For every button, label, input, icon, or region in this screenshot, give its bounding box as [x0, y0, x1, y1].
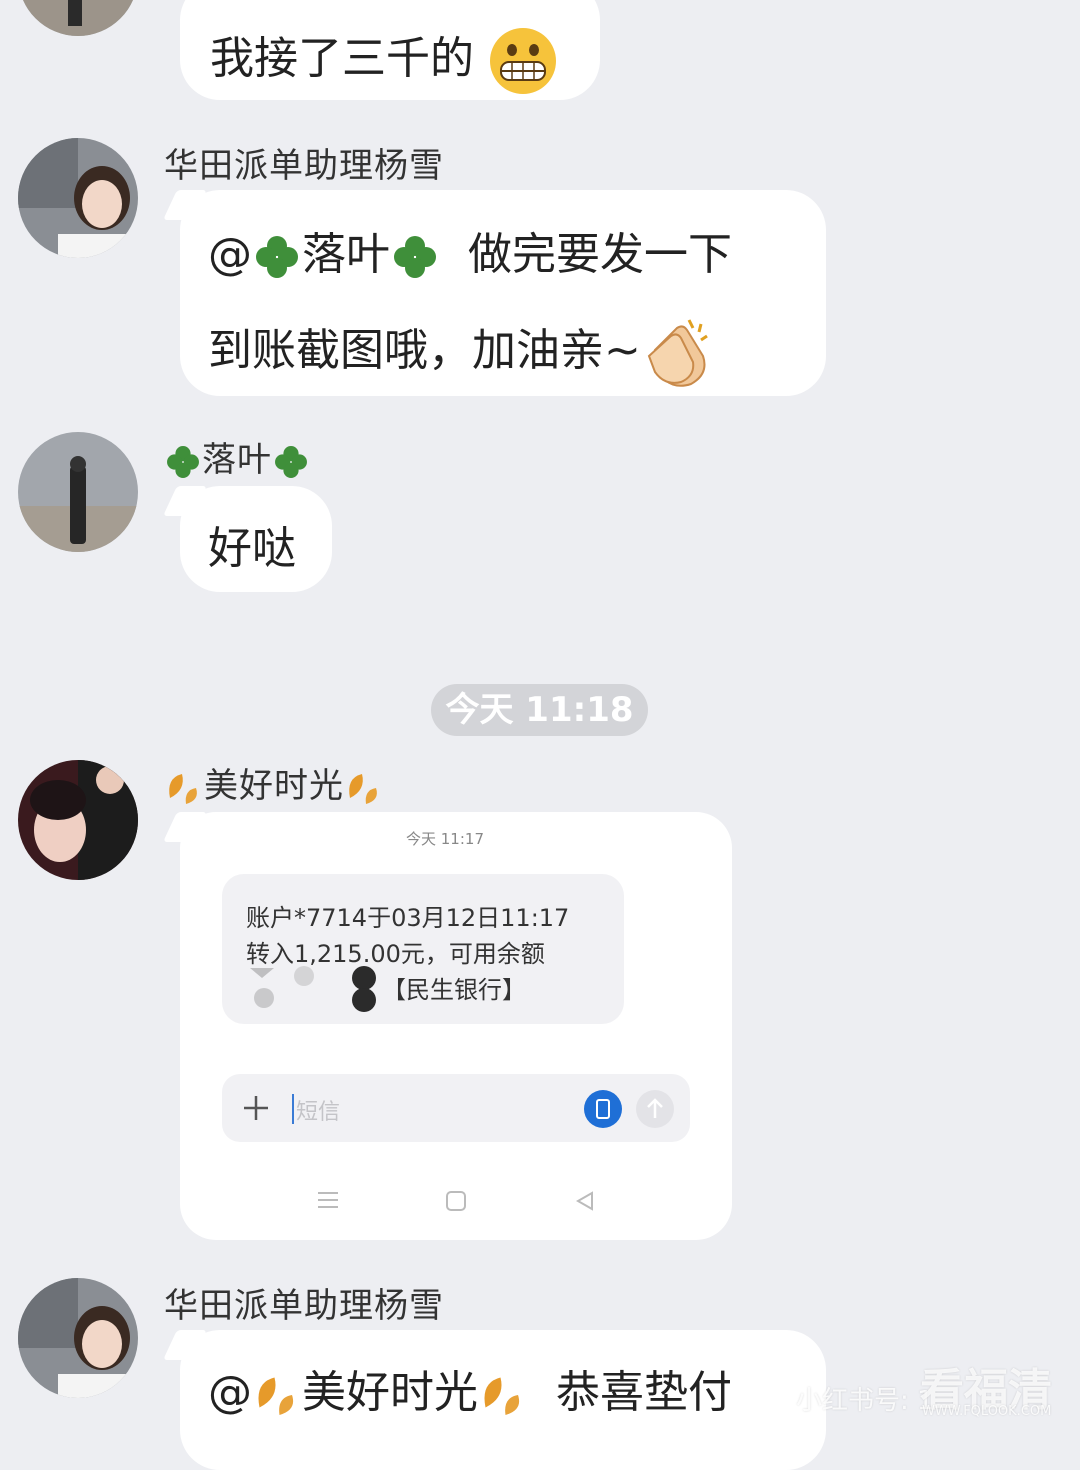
- plus-icon: [244, 1096, 268, 1120]
- sms-message-box: 账户*7714于03月12日11:17 转入1,215.00元，可用余额 【民生…: [222, 874, 624, 1024]
- mention-symbol: @: [208, 229, 252, 280]
- message-text: 到账截图哦，加油亲~: [208, 325, 641, 376]
- time-divider: 今天 11:18: [431, 684, 648, 736]
- leaf-icon: [349, 773, 377, 804]
- sender-name-row: 落叶: [164, 432, 310, 481]
- message-bubble-5: @ 美好时光 恭喜垫付: [163, 1330, 826, 1470]
- sms-input-bar: 短信: [222, 1074, 690, 1142]
- sms-timestamp: 今天 11:17: [406, 830, 484, 848]
- mention-name[interactable]: 落叶: [302, 229, 390, 280]
- avatar-luoye-top[interactable]: [18, 0, 138, 36]
- message-text: 做完要发一下: [468, 229, 732, 280]
- sender-name-row: 美好时光: [164, 758, 384, 808]
- sender-name: 落叶: [202, 440, 272, 480]
- image-message-bubble[interactable]: 今天 11:17 账户*7714于03月12日11:17 转入1,215.00元…: [163, 812, 732, 1240]
- home-nav-icon: [446, 1191, 466, 1211]
- mention-name[interactable]: 美好时光: [302, 1367, 478, 1418]
- message-bubble-3: 好哒: [163, 486, 332, 592]
- send-icon: [636, 1090, 674, 1128]
- site-url-watermark: WWW.FQLOOK.COM: [922, 1404, 1052, 1419]
- sms-input-placeholder: 短信: [296, 1100, 341, 1125]
- message-bubble-2: @ 落叶 做完要发一下 到账截图哦，加油亲~: [163, 190, 826, 396]
- sms-bank-name: 【民生银行】: [382, 976, 526, 1004]
- redacted-balance-icon: [250, 966, 376, 1012]
- leaf-icon: [169, 773, 197, 804]
- leaf-icon: [484, 1377, 520, 1415]
- avatar-yangxue[interactable]: [18, 1278, 138, 1398]
- clapping-hands-icon: [647, 319, 708, 387]
- clover-icon: [167, 445, 199, 478]
- avatar-yangxue[interactable]: [18, 138, 138, 258]
- sim-card-icon: [584, 1090, 622, 1128]
- message-text: 我接了三千的: [210, 33, 474, 84]
- grimace-emoji-icon: [490, 28, 556, 94]
- message-text: 好哒: [208, 523, 296, 574]
- sender-name: 华田派单助理杨雪: [164, 146, 444, 186]
- mention-symbol: @: [208, 1367, 252, 1418]
- back-nav-icon: [575, 1191, 593, 1211]
- sms-line-1: 账户*7714于03月12日11:17: [246, 904, 570, 932]
- avatar-luoye[interactable]: [18, 432, 138, 552]
- avatar-meihaoshiguang[interactable]: [18, 760, 138, 880]
- menu-nav-icon: [318, 1192, 338, 1208]
- sender-name: 华田派单助理杨雪: [164, 1286, 444, 1326]
- clover-icon: [394, 236, 436, 278]
- message-text: 恭喜垫付: [556, 1367, 732, 1418]
- clover-icon: [256, 236, 298, 278]
- leaf-icon: [258, 1377, 294, 1415]
- xiaohongshu-watermark: 小红书号: 1: [796, 1386, 934, 1416]
- clover-icon: [275, 445, 307, 478]
- text-cursor: [292, 1094, 294, 1124]
- message-bubble-1: 我接了三千的: [180, 0, 600, 100]
- sender-name: 美好时光: [204, 766, 344, 806]
